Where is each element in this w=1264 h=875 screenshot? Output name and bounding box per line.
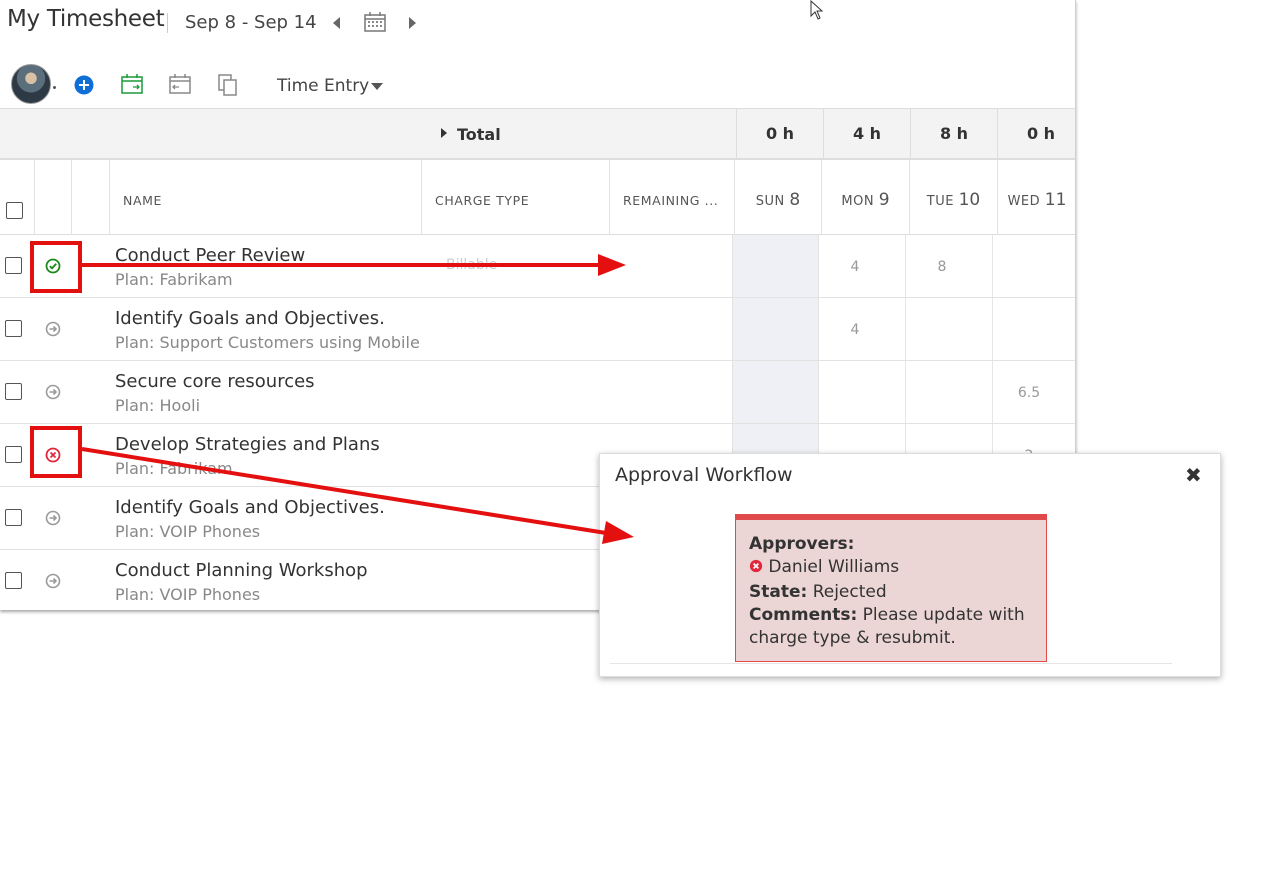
annotation-arrows — [81, 254, 634, 544]
arrow-line — [81, 447, 607, 535]
arrow-head-icon — [598, 254, 626, 276]
arrow-head-icon — [602, 521, 634, 544]
